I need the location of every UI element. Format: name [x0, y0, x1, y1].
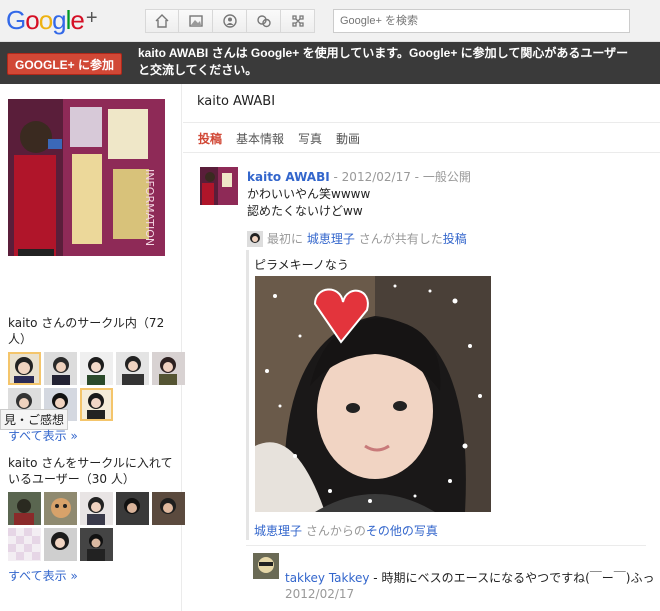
divider — [246, 545, 646, 546]
circled-by-grid — [8, 492, 185, 561]
more-photos-link[interactable]: その他の写真 — [366, 524, 438, 538]
circle-member-avatar[interactable] — [80, 388, 113, 421]
circle-member-avatar[interactable] — [116, 352, 149, 385]
photos-icon[interactable] — [179, 9, 213, 33]
divider — [183, 122, 660, 123]
tab-videos[interactable]: 動画 — [336, 130, 360, 147]
commenter-avatar[interactable] — [253, 553, 279, 579]
circle-member-avatar[interactable] — [44, 352, 77, 385]
tab-photos[interactable]: 写真 — [298, 130, 322, 147]
follower-avatar[interactable] — [8, 492, 41, 525]
more-photos-line: 城恵理子 さんからのその他の写真 — [254, 522, 438, 539]
profile-sidebar: INFORMATION kaito さんのサークル内（72 人） 見・ご感想 す… — [0, 84, 185, 611]
nav-icon-bar — [145, 9, 315, 33]
follower-avatar[interactable] — [116, 492, 149, 525]
google-plus-logo[interactable]: Google + — [6, 5, 98, 36]
profile-icon[interactable] — [213, 9, 247, 33]
follower-avatar[interactable] — [44, 492, 77, 525]
share-attribution: 最初に 城恵理子 さんが共有した 投稿 — [247, 230, 467, 247]
share-mid-text: さんが共有した — [358, 232, 443, 246]
post-body: かわいいやん笑wwww 認めたくないけどww — [247, 186, 370, 220]
search-input[interactable] — [333, 9, 630, 33]
share-prefix: 最初に — [267, 232, 304, 246]
follower-avatar[interactable] — [8, 528, 41, 561]
games-icon[interactable] — [281, 9, 315, 33]
comment-text: takkey Takkey - 時期にベスのエースになるやつですね(￣ー￣)ふっ — [285, 569, 655, 586]
sharer-name-link[interactable]: 城恵理子 — [307, 230, 355, 247]
circle-member-avatar[interactable] — [80, 352, 113, 385]
follower-avatar[interactable] — [80, 492, 113, 525]
header-separator: - — [410, 170, 423, 184]
divider — [183, 152, 660, 153]
join-promo-message: kaito AWABI さんは Google+ を使用しています。Google+… — [138, 46, 629, 77]
join-promo-bar: GOOGLE+ に参加 kaito AWABI さんは Google+ を使用し… — [0, 42, 660, 84]
header-separator: - — [329, 170, 342, 184]
svg-text:INFORMATION: INFORMATION — [143, 169, 156, 246]
join-google-plus-button[interactable]: GOOGLE+ に参加 — [7, 53, 123, 75]
circle-member-avatar[interactable] — [152, 352, 185, 385]
post-visibility[interactable]: 一般公開 — [423, 170, 471, 184]
home-icon[interactable] — [145, 9, 179, 33]
tab-posts[interactable]: 投稿 — [198, 130, 222, 147]
profile-name: kaito AWABI — [197, 94, 276, 109]
shared-post-text: ピラメキーノなう — [254, 258, 349, 272]
shared-photo[interactable] — [255, 276, 491, 512]
circled-by-show-all-link[interactable]: すべて表示 » — [8, 567, 78, 584]
profile-tabs: 投稿 基本情報 写真 動画 — [198, 130, 374, 147]
post-date[interactable]: 2012/02/17 — [342, 170, 411, 184]
post-text-line: 認めたくないけどww — [247, 204, 363, 218]
more-photos-mid: さんからの — [305, 524, 366, 538]
photo-owner-link[interactable]: 城恵理子 — [254, 524, 302, 538]
in-circles-title: kaito さんのサークル内（72 人） — [8, 316, 165, 346]
follower-avatar[interactable] — [152, 492, 185, 525]
circle-member-avatar[interactable] — [8, 352, 41, 385]
post-text-line: かわいいやん笑wwww — [247, 187, 371, 201]
post-author-link[interactable]: kaito AWABI — [247, 170, 330, 184]
tab-about[interactable]: 基本情報 — [236, 130, 284, 147]
circles-icon[interactable] — [247, 9, 281, 33]
original-post-link[interactable]: 投稿 — [443, 230, 467, 247]
post-header: kaito AWABI - 2012/02/17 - 一般公開 — [247, 168, 471, 185]
top-bar: Google + — [0, 0, 660, 42]
circled-by-title: kaito さんをサークルに入れているユーザー（30 人） — [8, 456, 173, 486]
follower-avatar[interactable] — [80, 528, 113, 561]
follower-avatar[interactable] — [44, 528, 77, 561]
sharer-avatar[interactable] — [247, 230, 263, 247]
post-author-avatar[interactable] — [200, 167, 238, 205]
comment-date[interactable]: 2012/02/17 — [285, 587, 354, 601]
commenter-name-link[interactable]: takkey Takkey — [285, 571, 369, 585]
in-circles-show-all-link[interactable]: すべて表示 » — [8, 427, 78, 444]
comment-body: - 時期にベスのエースになるやつですね(￣ー￣)ふっ — [369, 571, 655, 585]
profile-photo[interactable]: INFORMATION — [8, 99, 165, 256]
